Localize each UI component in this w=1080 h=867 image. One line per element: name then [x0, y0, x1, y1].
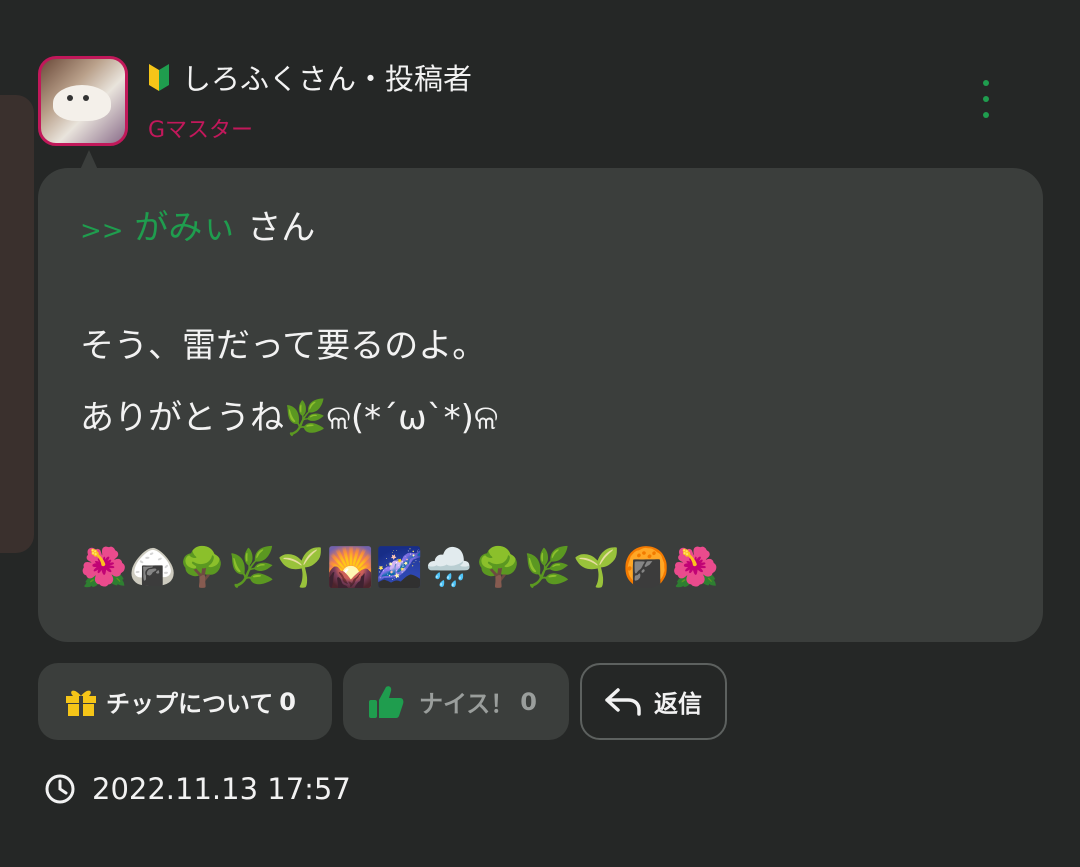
tip-count: 0 [279, 687, 296, 716]
tip-button[interactable]: チップについて 0 [38, 663, 332, 740]
post-timestamp: 2022.11.13 17:57 [44, 772, 351, 806]
reply-honorific: さん [247, 208, 316, 248]
thumbs-up-icon [367, 684, 405, 720]
nice-count: 0 [520, 687, 537, 716]
author-avatar[interactable] [38, 56, 128, 146]
bubble-tail [80, 150, 98, 170]
reply-target-link[interactable]: がみぃ [134, 208, 236, 248]
beginner-mark-icon [149, 64, 169, 91]
author-rank: Gマスター [148, 118, 254, 143]
timestamp-text: 2022.11.13 17:57 [92, 772, 351, 806]
more-vertical-icon[interactable] [976, 80, 996, 118]
message-emoji-line: 🌺🍙🌳🌿🌱🌄🌌🌧️🌳🌿🌱🍘🌺 [80, 545, 722, 589]
reply-arrow-icon [604, 686, 642, 718]
message-line-2: ありがとうね🌿ଳ(*´ω`*)ଳ [80, 398, 499, 438]
message-line-1: そう、雷だって要るのよ。 [80, 326, 487, 366]
avatar-pet-image [53, 85, 111, 121]
reply-reference: >> がみぃ さん [80, 200, 315, 249]
reply-arrows: >> [80, 216, 124, 246]
reply-button[interactable]: 返信 [580, 663, 727, 740]
gift-icon [64, 687, 98, 717]
nice-label: ナイス！ [419, 690, 515, 718]
tip-label: チップについて [106, 690, 274, 718]
previous-post-edge [0, 95, 34, 553]
reply-label: 返信 [654, 690, 702, 718]
nice-button[interactable]: ナイス！ 0 [343, 663, 569, 740]
clock-icon [44, 773, 76, 805]
author-name[interactable]: しろふくさん・投稿者 [182, 56, 472, 98]
